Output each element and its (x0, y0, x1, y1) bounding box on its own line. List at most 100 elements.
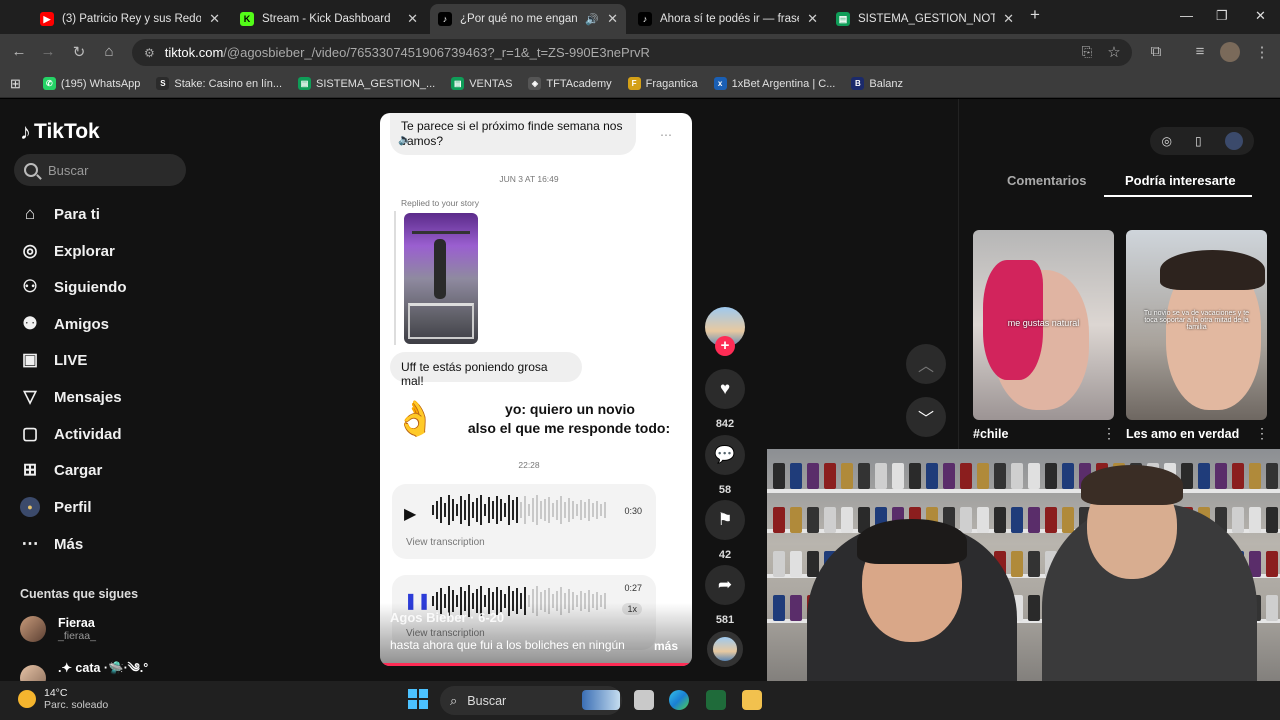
search-box[interactable] (14, 154, 186, 186)
tiktok-logo[interactable]: ♪ TikTok (20, 119, 100, 145)
bookmark-fragantica[interactable]: F Fragantica (627, 77, 698, 90)
video-more-icon[interactable]: ⋯ (660, 128, 672, 142)
like-count: 842 (715, 418, 735, 430)
comment-button[interactable]: 💬 58 (705, 435, 745, 496)
search-input[interactable] (48, 162, 168, 178)
nav-siguiendo[interactable]: ⚇ Siguiendo (20, 272, 126, 302)
close-icon[interactable]: ✕ (1003, 11, 1014, 27)
apps-grid-icon[interactable]: ⊞ (10, 76, 21, 92)
tab-youtube[interactable]: ▶ (3) Patricio Rey y sus Redondito ✕ (32, 4, 228, 34)
bookmark-tftacademy[interactable]: ◈ TFTAcademy (528, 77, 612, 90)
nav-amigos[interactable]: ⚉ Amigos (20, 309, 109, 339)
bookmark-1xbet[interactable]: x 1xBet Argentina | C... (713, 77, 835, 90)
close-icon[interactable]: ✕ (407, 11, 418, 27)
bookmark-star-icon[interactable]: ☆ (1104, 43, 1124, 61)
following-section-title: Cuentas que sigues (20, 587, 139, 601)
speaker-icon[interactable]: 🔊 (585, 13, 599, 26)
weather-widget[interactable]: 14°C Parc. soleado (18, 687, 108, 711)
follow-plus-icon[interactable]: + (715, 336, 735, 356)
video-author[interactable]: Agos Bieber · 6-20 (390, 610, 504, 625)
menu-dots-icon[interactable]: ⋮ (1252, 43, 1272, 61)
windows-start-icon[interactable] (408, 689, 428, 709)
thumbnail-overlay-text: Tu novio se va de vacaciones y te toca s… (1143, 310, 1250, 331)
nav-para-ti[interactable]: ⌂ Para ti (20, 199, 100, 229)
bookmark-label: Stake: Casino en lín... (174, 77, 283, 90)
video-caption: hasta ahora que fui a los boliches en ni… (390, 638, 625, 652)
tiktok-icon: ♪ (20, 119, 31, 144)
nav-mensajes[interactable]: ▽ Mensajes (20, 382, 121, 412)
close-icon[interactable]: ✕ (209, 11, 220, 27)
nav-label: Actividad (54, 425, 122, 443)
nav-mas[interactable]: ⋯ Más (20, 529, 84, 559)
caption-more-button[interactable]: más (654, 639, 678, 653)
nav-actividad[interactable]: ▢ Actividad (20, 419, 122, 449)
like-button[interactable]: ♥ 842 (705, 369, 745, 430)
share-button[interactable]: ➦ 581 (705, 565, 745, 626)
compass-icon[interactable]: ◎ (1161, 134, 1171, 148)
minimize-icon[interactable]: — (1180, 8, 1193, 23)
file-explorer-icon[interactable] (742, 690, 762, 710)
tab-comentarios[interactable]: Comentarios (1007, 173, 1086, 188)
tab-sheets[interactable]: ▤ SISTEMA_GESTION_NOTA11_20 ✕ (828, 4, 1022, 34)
music-disc-icon[interactable] (707, 631, 743, 667)
profile-avatar[interactable] (1220, 42, 1240, 62)
suggested-video-thumbnail[interactable]: me gustas natural (973, 230, 1114, 420)
phone-icon[interactable]: ▯ (1195, 134, 1202, 148)
close-icon[interactable]: ✕ (807, 11, 818, 27)
edge-icon[interactable] (669, 690, 689, 710)
search-highlight-icon[interactable] (582, 690, 620, 710)
followed-account[interactable]: .✦ cata ·🛸·༄.°catutiiii (20, 654, 148, 681)
video-progress-bar[interactable] (380, 663, 692, 666)
account-name: .✦ cata ·🛸·༄.° (58, 661, 149, 675)
install-icon[interactable]: ⎘ (1077, 44, 1097, 60)
whatsapp-icon: ✆ (42, 77, 56, 90)
comment-count: 58 (718, 484, 732, 496)
profile-avatar[interactable] (1224, 132, 1243, 150)
bookmark-sistema[interactable]: ▤ SISTEMA_GESTION_... (298, 77, 435, 90)
extensions-icon[interactable]: ⧉ (1146, 43, 1166, 60)
nav-label: Cargar (54, 461, 103, 479)
youtube-icon: ▶ (40, 12, 54, 26)
more-options-icon[interactable]: ⋮ (1255, 425, 1269, 442)
media-icon[interactable]: ≡ (1190, 43, 1210, 60)
app-icon[interactable] (706, 690, 726, 710)
back-icon[interactable]: ← (9, 43, 29, 60)
video-player[interactable]: Te parece si el próximo finde semana nos… (380, 113, 692, 666)
reload-icon[interactable]: ↻ (69, 43, 89, 61)
close-window-icon[interactable]: ✕ (1255, 8, 1266, 24)
followed-account[interactable]: Fieraa _fieraa_ (20, 616, 96, 642)
close-icon[interactable]: ✕ (607, 11, 618, 27)
suggested-video-title[interactable]: Les amo en verdad (1126, 427, 1239, 441)
maximize-icon[interactable]: ❐ (1216, 8, 1228, 24)
more-options-icon[interactable]: ⋮ (1102, 425, 1116, 442)
bookmark-label: TFTAcademy (546, 77, 612, 90)
suggested-video-thumbnail[interactable]: Tu novio se va de vacaciones y te toca s… (1126, 230, 1267, 420)
nav-cargar[interactable]: ⊞ Cargar (20, 455, 102, 485)
bookmark-ventas[interactable]: ▤ VENTAS (451, 77, 512, 90)
home-icon[interactable]: ⌂ (99, 43, 119, 60)
site-info-icon[interactable]: ⚙ (144, 46, 155, 60)
save-button[interactable]: ⚑ 42 (705, 500, 745, 561)
suggested-video-title[interactable]: #chile (973, 427, 1008, 441)
stake-icon: S (156, 77, 170, 90)
mute-icon[interactable]: 🔈 (398, 133, 412, 146)
tab-kick[interactable]: K Stream - Kick Dashboard ✕ (232, 4, 426, 34)
task-view-icon[interactable] (634, 690, 654, 710)
nav-perfil[interactable]: ● Perfil (20, 492, 92, 522)
bookmark-whatsapp[interactable]: ✆ (195) WhatsApp (42, 77, 140, 90)
next-video-button[interactable]: ﹀ (906, 397, 946, 437)
new-tab-button[interactable]: + (1030, 5, 1040, 25)
tab-tiktok-2[interactable]: ♪ Ahora sí te podés ir — frase pa ✕ (630, 4, 826, 34)
nav-label: Perfil (54, 498, 92, 516)
bookmark-balanz[interactable]: B Balanz (851, 77, 903, 90)
bookmark-stake[interactable]: S Stake: Casino en lín... (156, 77, 282, 90)
temperature: 14°C (44, 687, 68, 699)
previous-video-button[interactable]: ︿ (906, 344, 946, 384)
url-input[interactable]: ⚙ tiktok.com/@agosbieber_/video/76533074… (132, 39, 1132, 66)
tab-underline (1104, 195, 1252, 197)
forward-icon[interactable]: → (38, 43, 58, 60)
tab-tiktok-active[interactable]: ♪ ¿Por qué no me enganché c 🔊 ✕ (430, 4, 626, 34)
nav-live[interactable]: ▣ LIVE (20, 345, 87, 375)
tab-podria-interesarte[interactable]: Podría interesarte (1125, 173, 1236, 188)
nav-explorar[interactable]: ◎ Explorar (20, 236, 115, 266)
